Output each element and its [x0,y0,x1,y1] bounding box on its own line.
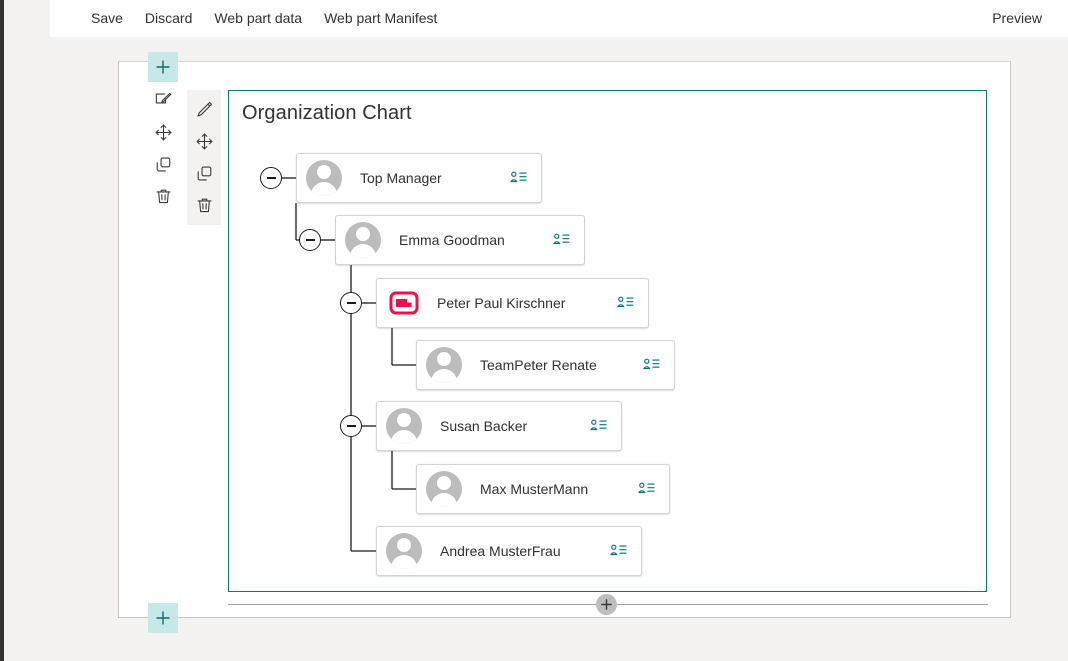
person-avatar-icon [306,160,342,196]
org-node-name: Peter Paul Kirschner [437,295,566,311]
collapse-button-peter-paul-kirschner[interactable] [340,292,362,314]
plus-icon [156,60,170,74]
org-node-teampeter-renate[interactable]: TeamPeter Renate [416,340,675,390]
edit-section-button[interactable] [148,84,179,116]
duplicate-web-part-icon [197,165,211,181]
person-details-icon[interactable] [617,296,634,311]
minus-icon [346,425,356,427]
person-avatar-icon [386,408,422,444]
person-details-icon[interactable] [610,544,627,559]
save-button[interactable]: Save [80,3,134,33]
person-details-icon[interactable] [638,482,655,497]
move-section-icon [155,124,172,140]
delete-section-button[interactable] [148,180,179,212]
edit-section-icon [155,92,172,104]
org-node-max-mustermann[interactable]: Max MusterMann [416,464,670,514]
person-avatar-icon [345,222,381,258]
minus-icon [266,177,276,179]
collapse-button-top-manager[interactable] [260,167,282,189]
move-web-part-button[interactable] [187,125,221,157]
web-part-data-button[interactable]: Web part data [203,3,313,33]
add-section-bottom-button[interactable] [148,603,178,633]
org-node-name: Susan Backer [440,418,528,434]
collapse-button-emma-goodman[interactable] [299,229,321,251]
delete-section-icon [156,189,171,203]
broken-image-icon [389,291,419,315]
discard-button[interactable]: Discard [134,3,203,33]
person-details-icon[interactable] [643,358,660,373]
duplicate-web-part-button[interactable] [187,157,221,189]
org-node-emma-goodman[interactable]: Emma Goodman [335,215,585,265]
person-details-icon[interactable] [553,233,570,248]
edit-web-part-icon [196,101,212,117]
org-chart-tree: Top Manager Emma Goodman Peter Paul Kirs… [229,91,986,591]
plus-icon [601,599,612,610]
person-avatar-icon [426,471,462,507]
org-node-name: TeamPeter Renate [480,357,597,373]
person-details-icon[interactable] [510,171,527,186]
minus-icon [305,239,315,241]
person-details-icon[interactable] [590,419,607,434]
org-node-susan-backer[interactable]: Susan Backer [376,401,622,451]
org-node-top-manager[interactable]: Top Manager [296,153,542,203]
org-node-andrea-musterfrau[interactable]: Andrea MusterFrau [376,526,642,576]
edit-web-part-button[interactable] [187,93,221,125]
move-web-part-icon [196,133,212,149]
add-section-top-button[interactable] [148,52,178,82]
delete-web-part-icon [196,198,212,212]
preview-button[interactable]: Preview [981,3,1053,33]
organization-chart-web-part[interactable]: Organization Chart Top Manager Emma Good… [228,90,987,592]
command-bar: Save Discard Web part data Web part Mani… [50,0,1068,37]
org-node-name: Emma Goodman [399,232,505,248]
add-section-inline-button[interactable] [596,594,617,615]
org-node-name: Max MusterMann [480,481,589,497]
collapse-button-susan-backer[interactable] [340,415,362,437]
move-section-button[interactable] [148,116,179,148]
org-node-peter-paul-kirschner[interactable]: Peter Paul Kirschner [376,278,649,328]
web-part-toolbar [187,90,221,225]
person-avatar-icon [426,347,462,383]
org-node-name: Top Manager [360,170,442,186]
left-edge-rail [0,0,4,661]
plus-icon [156,611,170,625]
person-avatar-icon [386,533,422,569]
command-bar-left-group: Save Discard Web part data Web part Mani… [80,3,448,33]
delete-web-part-button[interactable] [187,189,221,221]
page-root: Save Discard Web part data Web part Mani… [0,0,1068,661]
command-bar-right-group: Preview [981,3,1053,33]
section-toolbar [148,84,179,212]
web-part-manifest-button[interactable]: Web part Manifest [313,3,448,33]
duplicate-section-button[interactable] [148,148,179,180]
minus-icon [346,302,356,304]
duplicate-section-icon [156,156,171,172]
org-node-name: Andrea MusterFrau [440,543,561,559]
